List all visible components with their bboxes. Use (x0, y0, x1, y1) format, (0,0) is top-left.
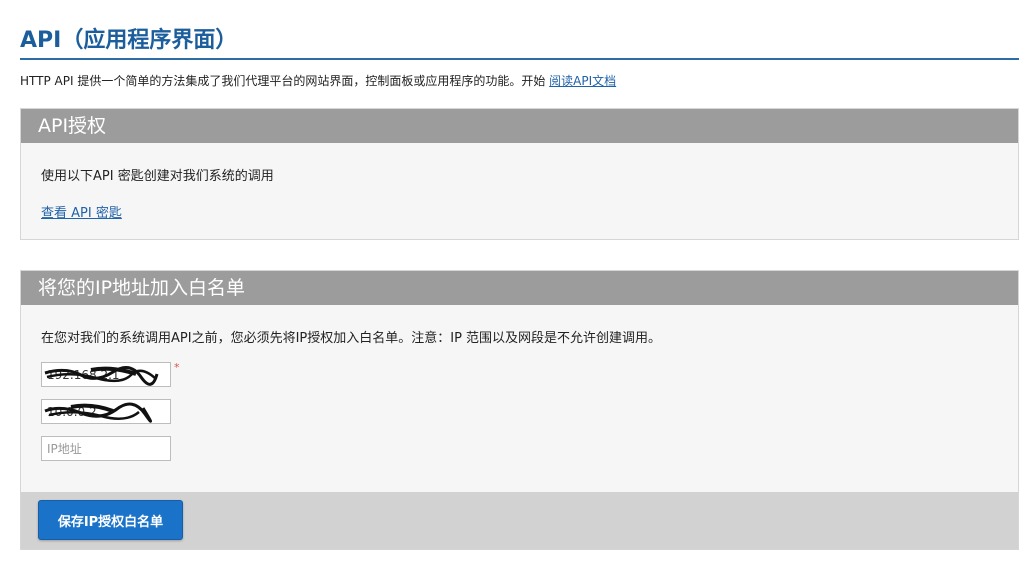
ip-whitelist-header: 将您的IP地址加入白名单 (21, 271, 1018, 305)
ip-whitelist-description: 在您对我们的系统调用API之前，您必须先将IP授权加入白名单。注意：IP 范围以… (41, 331, 662, 346)
view-api-key-link[interactable]: 查看 API 密匙 (41, 202, 122, 221)
api-auth-panel: API授权 使用以下API 密匙创建对我们系统的调用 查看 API 密匙 (20, 108, 1019, 240)
intro-text: HTTP API 提供一个简单的方法集成了我们代理平台的网站界面，控制面板或应用… (20, 72, 616, 89)
ip-address-input-3[interactable] (41, 436, 171, 461)
ip-address-input-1[interactable] (41, 362, 171, 387)
read-api-docs-link[interactable]: 阅读API文档 (549, 74, 616, 88)
required-mark: * (174, 361, 180, 374)
ip-whitelist-panel: 将您的IP地址加入白名单 在您对我们的系统调用API之前，您必须先将IP授权加入… (20, 270, 1019, 550)
api-auth-description: 使用以下API 密匙创建对我们系统的调用 (41, 169, 274, 184)
page-title: API（应用程序界面） (20, 28, 238, 53)
panel-footer: 保存IP授权白名单 (21, 492, 1018, 549)
title-divider (20, 58, 1019, 60)
ip-address-input-2[interactable] (41, 399, 171, 424)
intro-description: HTTP API 提供一个简单的方法集成了我们代理平台的网站界面，控制面板或应用… (20, 74, 546, 88)
api-auth-header: API授权 (21, 109, 1018, 143)
save-ip-whitelist-button[interactable]: 保存IP授权白名单 (38, 500, 183, 540)
